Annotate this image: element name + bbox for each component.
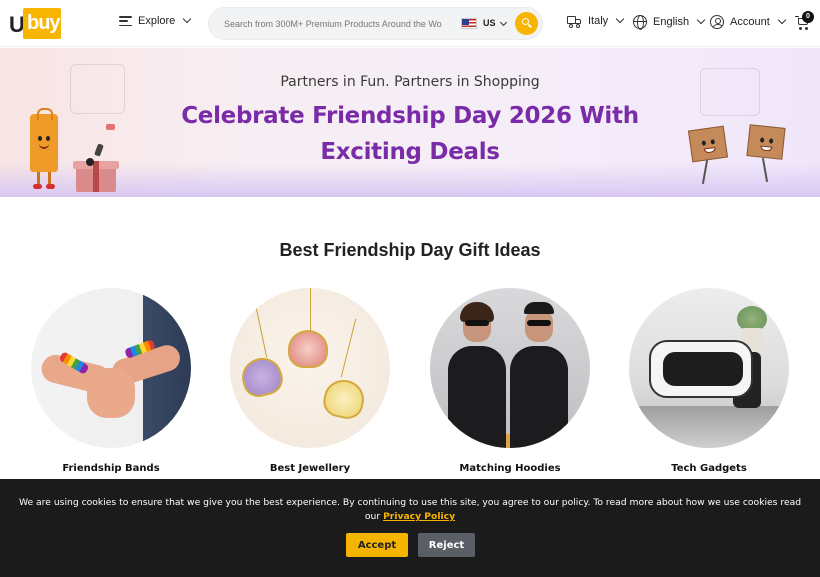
section-title: Best Friendship Day Gift Ideas — [279, 240, 541, 260]
logo-box-text: buy — [27, 12, 61, 34]
box-character-illustration — [746, 124, 786, 160]
account-menu[interactable]: Account — [710, 15, 786, 29]
chevron-down-icon — [777, 15, 786, 25]
explore-menu[interactable]: Explore — [119, 14, 192, 27]
search-button[interactable] — [515, 12, 538, 35]
logo-letter-u: U — [9, 12, 25, 37]
privacy-policy-link[interactable]: Privacy Policy — [383, 511, 455, 522]
shopping-bag-mascot-illustration — [24, 108, 64, 192]
cookie-consent-bar: We are using cookies to ensure that we g… — [0, 479, 820, 577]
us-flag-icon — [461, 18, 477, 29]
language-select[interactable]: English — [633, 15, 706, 30]
language-label: English — [653, 16, 690, 28]
gift-box-illustration — [73, 161, 119, 192]
site-header: U buy Explore US Italy English Account — [0, 0, 820, 47]
box-character-illustration — [687, 125, 729, 163]
chevron-down-icon — [615, 14, 625, 24]
category-card-jewellery[interactable]: Best Jewellery — [230, 288, 390, 474]
category-label: Friendship Bands — [62, 463, 160, 474]
reject-cookies-button[interactable]: Reject — [418, 533, 475, 557]
logo-box: buy — [23, 8, 61, 39]
accept-cookies-button[interactable]: Accept — [346, 533, 408, 557]
category-card-tech-gadgets[interactable]: Tech Gadgets — [629, 288, 789, 474]
jewellery-image — [230, 288, 390, 448]
friendship-day-banner[interactable]: Partners in Fun. Partners in Shopping Ce… — [0, 48, 820, 197]
truck-icon — [567, 15, 582, 28]
delivery-country-select[interactable]: Italy — [567, 14, 625, 28]
gadget-illustration — [94, 143, 104, 157]
cookie-message: We are using cookies to ensure that we g… — [18, 496, 802, 524]
category-card-matching-hoodies[interactable]: Matching Hoodies — [430, 288, 590, 474]
menu-icon — [119, 16, 132, 26]
cart-count-badge: 0 — [802, 11, 814, 23]
globe-icon — [633, 15, 647, 30]
chevron-down-icon — [696, 15, 706, 25]
category-label: Best Jewellery — [269, 463, 351, 474]
gadget-illustration — [86, 158, 94, 166]
matching-hoodies-image — [430, 288, 590, 448]
category-label: Tech Gadgets — [671, 463, 747, 474]
search-country-select[interactable]: US — [483, 18, 496, 28]
search-input[interactable] — [224, 16, 442, 32]
chevron-down-icon — [183, 14, 192, 24]
friendship-bands-image — [31, 288, 191, 448]
category-card-friendship-bands[interactable]: Friendship Bands — [31, 288, 191, 474]
banner-subtitle: Partners in Fun. Partners in Shopping — [280, 74, 540, 90]
gadget-illustration — [106, 124, 115, 130]
category-label: Matching Hoodies — [459, 463, 561, 474]
banner-title: Celebrate Friendship Day 2026 With Excit… — [181, 103, 639, 165]
explore-label: Explore — [138, 15, 176, 27]
search-bar: US — [208, 7, 543, 40]
ubuy-logo[interactable]: U buy — [9, 8, 61, 39]
delivery-country-label: Italy — [588, 15, 609, 27]
account-label: Account — [730, 16, 770, 28]
chevron-down-icon — [499, 18, 508, 27]
user-icon — [710, 15, 724, 29]
tech-gadgets-image — [629, 288, 789, 448]
